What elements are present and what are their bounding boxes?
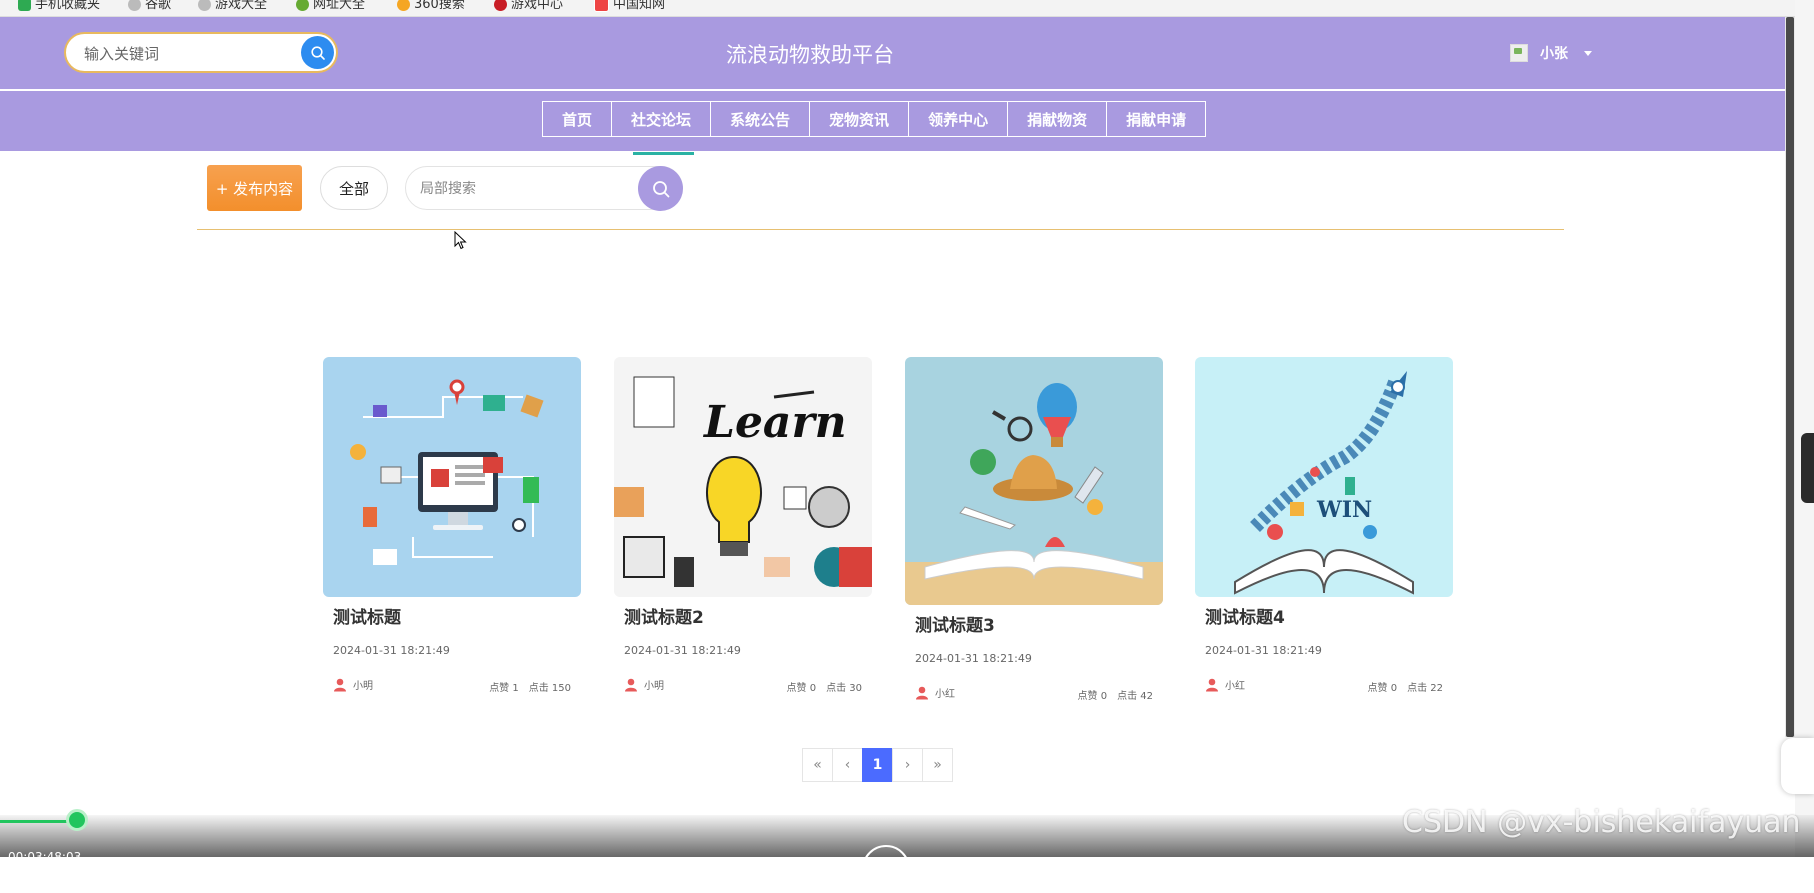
local-search-button[interactable] [638,166,683,211]
post-thumbnail[interactable]: Learn [614,357,872,597]
globe-icon [198,0,211,11]
user-icon [334,678,346,691]
post-author: 小红 [915,685,955,700]
click-count: 点击 42 [1117,691,1153,702]
bookmark-item[interactable]: 手机收藏夹 [18,0,100,12]
user-icon [1206,678,1218,691]
chevron-down-icon [1584,50,1592,56]
post-author: 小明 [333,677,373,692]
post-title[interactable]: 测试标题3 [915,611,1163,636]
side-panel-toggle[interactable] [1801,433,1814,503]
post-date: 2024-01-31 18:21:49 [1205,644,1322,657]
bookmark-item[interactable]: 游戏中心 [494,0,563,12]
post-date: 2024-01-31 18:21:49 [915,652,1032,665]
click-count: 点击 150 [528,683,571,694]
post-card[interactable]: 测试标题 2024-01-31 18:21:49 小明 点赞 1 点击 150 [323,357,581,695]
like-count: 点赞 1 [489,683,519,694]
page-next-button[interactable]: › [892,748,923,782]
pagination: « ‹ 1 › » [802,748,953,782]
site-title: 流浪动物救助平台 [726,43,894,67]
nav-item-home[interactable]: 首页 [542,101,613,137]
learn-illustration-image: Learn [614,357,872,597]
avatar [1510,44,1528,62]
travel-book-illustration-image [905,357,1163,605]
post-card[interactable]: WIN 测试标题4 2024-01-31 18:21:49 小红 点赞 0 点击… [1195,357,1453,695]
post-date: 2024-01-31 18:21:49 [624,644,741,657]
search-icon [652,180,669,197]
nav-item-donate-supplies[interactable]: 捐献物资 [1007,101,1108,137]
filter-all-button[interactable]: 全部 [320,166,388,210]
post-stats: 点赞 0 点击 22 [1368,679,1443,694]
post-stats: 点赞 0 点击 30 [787,679,862,694]
nav-item-donate-apply[interactable]: 捐献申请 [1106,101,1207,137]
post-author: 小明 [624,677,664,692]
browser-bookmark-bar: 手机收藏夹 谷歌 游戏大全 网址大全 360搜索 游戏中心 中国知网 [0,0,1814,17]
page-last-button[interactable]: » [922,748,953,782]
username: 小张 [1540,46,1568,62]
user-icon [625,678,637,691]
post-title[interactable]: 测试标题2 [624,603,872,628]
like-count: 点赞 0 [1077,691,1108,702]
page-scrollbar[interactable] [1785,17,1795,737]
bookmark-icon [296,0,309,11]
post-title[interactable]: 测试标题4 [1205,603,1453,628]
click-count: 点击 22 [1407,683,1443,694]
post-meta: 小明 点赞 0 点击 30 [614,675,872,695]
nav-item-adoption[interactable]: 领养中心 [908,101,1009,137]
post-card[interactable]: Learn 测试标题2 2024-01-31 18:21:49 小明 点赞 0 … [614,357,872,695]
bookmark-item[interactable]: 谷歌 [128,0,171,12]
bookmark-item[interactable]: 网址大全 [296,0,365,12]
post-meta: 小红 点赞 0 点击 22 [1195,675,1453,695]
nav-item-forum[interactable]: 社交论坛 [611,101,712,137]
floating-assistant-button[interactable] [1781,738,1814,794]
post-author: 小红 [1205,677,1245,692]
post-card[interactable]: 测试标题3 2024-01-31 18:21:49 小红 点赞 0 点击 42 [905,357,1163,703]
post-thumbnail[interactable] [323,357,581,597]
like-count: 点赞 0 [1367,683,1398,694]
bookmark-item[interactable]: 中国知网 [594,0,665,12]
local-search-box [405,166,683,211]
main-nav: 首页 社交论坛 系统公告 宠物资讯 领养中心 捐献物资 捐献申请 [0,91,1785,151]
mouse-cursor-icon [454,231,467,250]
user-icon [916,686,928,699]
video-progress-handle[interactable] [66,809,88,831]
click-count: 点击 30 [826,683,862,694]
nav-item-pet-news[interactable]: 宠物资讯 [809,101,910,137]
ecommerce-illustration-image [323,357,581,597]
globe-icon [128,0,141,11]
page-prev-button[interactable]: ‹ [832,748,863,782]
win-book-illustration-image: WIN [1195,357,1453,597]
video-time: 00:03:48:03 [8,850,82,864]
play-button[interactable] [862,845,910,893]
local-search-input[interactable] [418,167,622,211]
like-count: 点赞 0 [786,683,817,694]
post-thumbnail[interactable]: WIN [1195,357,1453,597]
bookmark-icon [494,0,507,11]
bookmark-icon [18,0,31,11]
scrollbar-thumb[interactable] [1786,17,1794,737]
post-meta: 小明 点赞 1 点击 150 [323,675,581,695]
watermark-text: CSDN @vx-bishekaifayuan [1402,805,1801,840]
publish-button[interactable]: + 发布内容 [207,165,302,211]
bookmark-icon [594,0,609,12]
post-meta: 小红 点赞 0 点击 42 [905,683,1163,703]
bookmark-item[interactable]: 游戏大全 [198,0,267,12]
active-tab-indicator [633,152,694,155]
bookmark-icon [397,0,410,11]
user-menu[interactable]: 小张 [1510,43,1592,63]
side-panel-edge [1795,0,1814,857]
bookmark-item[interactable]: 360搜索 [397,0,465,12]
post-stats: 点赞 1 点击 150 [489,679,571,694]
page-number-current[interactable]: 1 [862,748,893,782]
svg-text:Learn: Learn [702,397,847,448]
svg-text:WIN: WIN [1316,497,1372,523]
site-header: 流浪动物救助平台 小张 [0,17,1785,91]
post-stats: 点赞 0 点击 42 [1078,687,1153,702]
post-title[interactable]: 测试标题 [333,603,581,628]
page-first-button[interactable]: « [802,748,833,782]
nav-item-announcements[interactable]: 系统公告 [710,101,811,137]
post-thumbnail[interactable] [905,357,1163,605]
post-date: 2024-01-31 18:21:49 [333,644,450,657]
toolbar-divider [197,229,1564,230]
